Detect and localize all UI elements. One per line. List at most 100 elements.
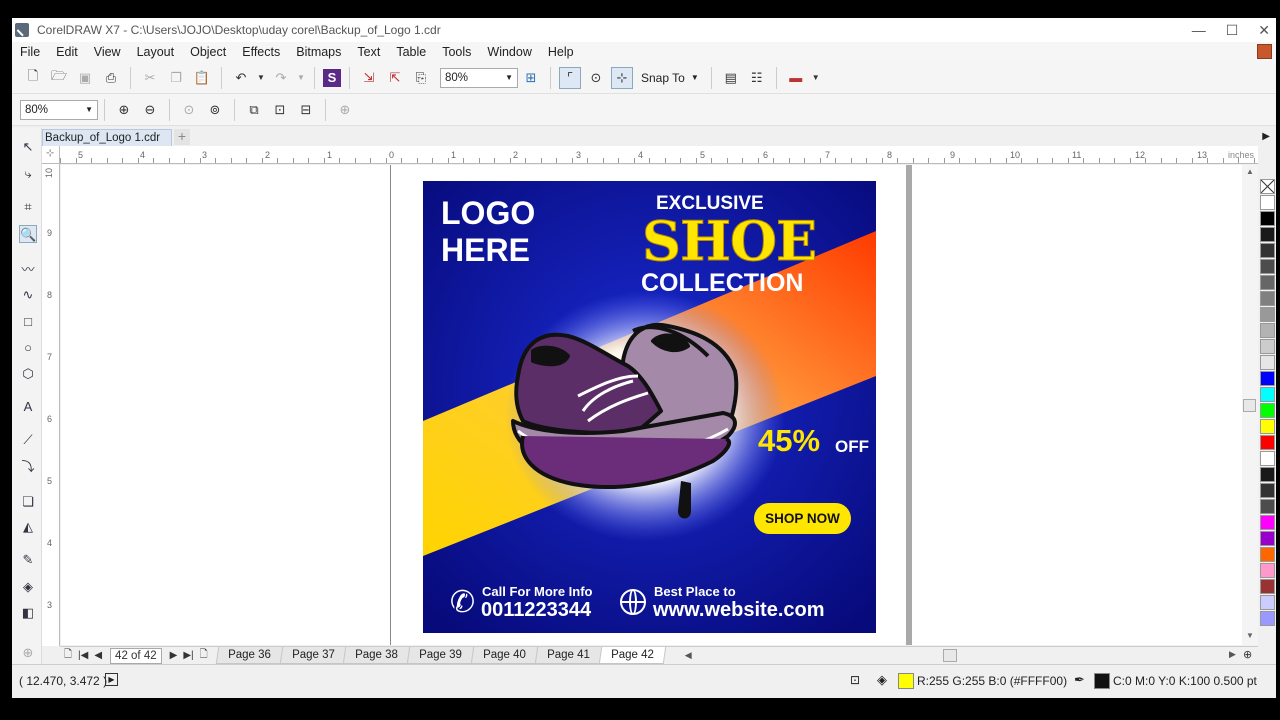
polygon-tool-icon[interactable]: ⬡ [19, 365, 37, 383]
h-scroll-thumb[interactable] [943, 649, 957, 662]
color-swatch[interactable] [1260, 323, 1275, 338]
vertical-ruler[interactable]: 10 9 8 7 6 5 4 3 [42, 164, 60, 646]
scroll-up-icon[interactable]: ▲ [1246, 167, 1254, 176]
color-swatch[interactable] [1260, 307, 1275, 322]
navigator-zoom-icon[interactable]: ⊕ [1243, 648, 1252, 661]
rectangle-tool-icon[interactable]: □ [19, 313, 37, 331]
color-swatch[interactable] [1260, 531, 1275, 546]
color-swatch[interactable] [1260, 547, 1275, 562]
shop-now-button[interactable]: SHOP NOW [754, 503, 851, 534]
welcome-screen-icon[interactable]: ▤ [720, 67, 742, 89]
full-screen-preview-icon[interactable]: ⊞ [520, 67, 542, 89]
color-swatch[interactable] [1260, 259, 1275, 274]
menu-bitmaps[interactable]: Bitmaps [288, 45, 349, 59]
undo-dropdown-icon[interactable]: ▼ [256, 67, 266, 89]
horizontal-ruler[interactable]: 5 4 3 2 1 0 1 2 3 4 5 6 7 8 9 10 11 12 1… [60, 146, 1258, 164]
zoom-to-page-icon[interactable]: ⧉ [243, 99, 265, 121]
menu-object[interactable]: Object [182, 45, 234, 59]
shoe-ad-design[interactable]: LOGO HERE EXCLUSIVE SHOE COLLECTION 45% … [423, 181, 876, 633]
pick-tool-icon[interactable]: ↖ [19, 138, 37, 156]
color-swatch[interactable] [1260, 339, 1275, 354]
interactive-fill-icon[interactable]: ◈ [19, 578, 37, 596]
menu-tools[interactable]: Tools [434, 45, 479, 59]
page-tab[interactable]: Page 40 [470, 647, 539, 664]
zoom-to-page-width-icon[interactable]: ⊡ [269, 99, 291, 121]
next-page-icon[interactable]: ▶ [170, 650, 178, 661]
smart-fill-icon[interactable]: ◧ [19, 604, 37, 622]
save-icon[interactable]: ▣ [74, 67, 96, 89]
add-toolbar-item-icon[interactable]: ⊕ [334, 99, 356, 121]
zoom-tool-icon[interactable]: 🔍 [19, 225, 37, 243]
snap-to-dropdown[interactable]: Snap To ▼ [635, 71, 705, 85]
menu-effects[interactable]: Effects [234, 45, 288, 59]
color-swatch[interactable] [1260, 355, 1275, 370]
new-document-icon[interactable]: 🗋 [22, 67, 44, 89]
zoom-out-icon[interactable]: ⊖ [139, 99, 161, 121]
color-swatch[interactable] [1260, 211, 1275, 226]
color-swatch[interactable] [1260, 451, 1275, 466]
copy-icon[interactable]: ❐ [165, 67, 187, 89]
freehand-tool-icon[interactable]: 〰 [19, 261, 37, 279]
color-swatch[interactable] [1260, 563, 1275, 578]
color-swatch[interactable] [1260, 291, 1275, 306]
document-tab[interactable]: Backup_of_Logo 1.cdr [42, 129, 172, 146]
show-rulers-icon[interactable]: ⌜ [559, 66, 581, 89]
parallel-dimension-icon[interactable]: ⟋ [19, 431, 37, 449]
page-tab[interactable]: Page 41 [534, 647, 603, 664]
menu-text[interactable]: Text [349, 45, 388, 59]
color-swatch[interactable] [1260, 579, 1275, 594]
color-swatch[interactable] [1260, 499, 1275, 514]
scroll-down-icon[interactable]: ▼ [1246, 631, 1254, 640]
color-swatch[interactable] [1260, 275, 1275, 290]
application-launcher-icon[interactable]: ▬ [785, 67, 807, 89]
connector-tool-icon[interactable]: ⤵ [19, 458, 37, 476]
previous-page-icon[interactable]: ◀ [94, 650, 102, 661]
menu-table[interactable]: Table [388, 45, 434, 59]
docker-expand-icon[interactable]: ▶ [1262, 131, 1270, 142]
menu-window[interactable]: Window [479, 45, 539, 59]
menu-edit[interactable]: Edit [48, 45, 86, 59]
zoom-to-selected-icon[interactable]: ⊙ [178, 99, 200, 121]
zoom-levels-dropdown[interactable]: 80% ▼ [440, 67, 518, 88]
no-color-swatch[interactable] [1260, 179, 1275, 194]
page-tab[interactable]: Page 37 [279, 647, 347, 664]
publish-pdf-icon[interactable]: ⎘ [410, 67, 432, 89]
options-icon[interactable]: ☷ [746, 67, 768, 89]
menu-layout[interactable]: Layout [129, 45, 183, 59]
add-tool-icon[interactable]: ⊕ [19, 644, 37, 662]
ellipse-tool-icon[interactable]: ○ [19, 339, 37, 357]
outline-color-swatch[interactable] [1094, 673, 1110, 689]
last-page-icon[interactable]: ▶| [183, 650, 193, 661]
artistic-media-icon[interactable]: ∿ [19, 286, 37, 304]
launcher-dropdown-icon[interactable]: ▼ [811, 67, 821, 89]
print-icon[interactable]: ⎙ [100, 67, 122, 89]
page-tab[interactable]: Page 36 [215, 647, 283, 664]
redo-dropdown-icon[interactable]: ▼ [296, 67, 306, 89]
paste-icon[interactable]: 📋 [191, 67, 213, 89]
transparency-tool-icon[interactable]: ◭ [19, 518, 37, 536]
color-swatch[interactable] [1260, 227, 1275, 242]
color-swatch[interactable] [1260, 387, 1275, 402]
maximize-icon[interactable]: ☐ [1226, 22, 1239, 39]
vertical-scrollbar[interactable]: ▲ ▼ [1242, 165, 1258, 645]
page-options-icon[interactable]: 🗋 [64, 647, 72, 664]
undo-icon[interactable]: ↶ [230, 67, 252, 89]
h-scroll-left-icon[interactable]: ◀ [685, 650, 692, 661]
ruler-origin[interactable]: ⊹ [42, 146, 60, 164]
color-swatch[interactable] [1260, 435, 1275, 450]
crop-tool-icon[interactable]: ⌗ [19, 198, 37, 216]
color-swatch[interactable] [1260, 611, 1275, 626]
h-scroll-right-icon[interactable]: ▶ [1229, 649, 1236, 660]
zoom-in-icon[interactable]: ⊕ [113, 99, 135, 121]
play-arrow-icon[interactable]: ▶ [105, 673, 118, 686]
menu-help[interactable]: Help [540, 45, 582, 59]
user-account-icon[interactable] [1257, 44, 1272, 59]
zoom-to-all-objects-icon[interactable]: ⊚ [204, 99, 226, 121]
color-swatch[interactable] [1260, 243, 1275, 258]
first-page-icon[interactable]: |◀ [78, 650, 88, 661]
shape-tool-icon[interactable]: ⤷ [19, 165, 37, 183]
color-swatch[interactable] [1260, 483, 1275, 498]
text-tool-icon[interactable]: A [19, 398, 37, 416]
drop-shadow-icon[interactable]: ❏ [19, 493, 37, 511]
menu-file[interactable]: File [12, 45, 48, 59]
